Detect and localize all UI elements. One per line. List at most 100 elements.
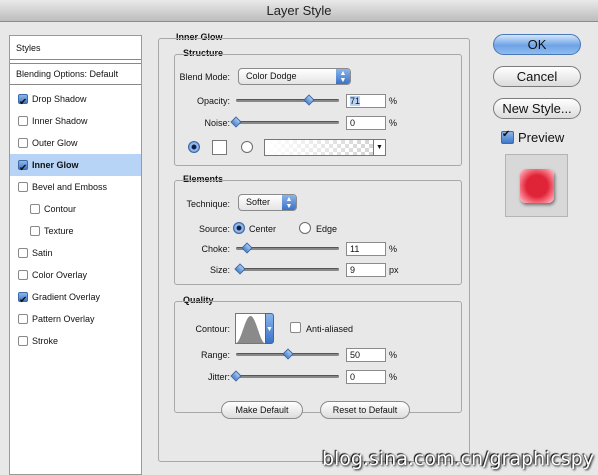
source-edge-radio[interactable] <box>299 222 311 234</box>
size-unit: px <box>389 265 399 275</box>
watermark-text: blog.sina.com.cn/graphicspy <box>321 448 594 470</box>
jitter-value: 0 <box>350 372 356 382</box>
technique-value: Softer <box>246 197 271 207</box>
reset-to-default-button[interactable]: Reset to Default <box>320 401 410 419</box>
opacity-input[interactable]: 71 <box>346 94 386 108</box>
style-checkbox[interactable] <box>18 290 28 312</box>
style-item-outer-glow[interactable]: Outer Glow <box>10 132 141 154</box>
style-checkbox[interactable] <box>18 116 28 126</box>
style-item-label: Texture <box>44 226 74 236</box>
layer-style-dialog: Layer Style Styles Blending Options: Def… <box>0 0 598 475</box>
style-item-inner-glow[interactable]: Inner Glow <box>10 154 141 180</box>
styles-header[interactable]: Styles <box>10 36 141 60</box>
style-checkbox[interactable] <box>18 336 28 346</box>
technique-label: Technique: <box>186 199 230 209</box>
preview-swatch <box>520 169 554 203</box>
jitter-unit: % <box>389 372 398 382</box>
gradient-radio[interactable] <box>241 141 253 153</box>
size-value: 9 <box>350 265 356 275</box>
style-checkbox[interactable] <box>30 204 40 214</box>
dialog-content: Styles Blending Options: Default Drop Sh… <box>0 23 598 475</box>
jitter-input[interactable]: 0 <box>346 370 386 384</box>
style-item-label: Gradient Overlay <box>32 292 101 302</box>
style-item-bevel-and-emboss[interactable]: Bevel and Emboss <box>10 176 141 198</box>
style-item-stroke[interactable]: Stroke <box>10 330 141 352</box>
choke-input[interactable]: 11 <box>346 242 386 256</box>
cancel-button[interactable]: Cancel <box>493 66 581 87</box>
choke-unit: % <box>389 244 398 254</box>
noise-label: Noise: <box>204 118 230 128</box>
noise-unit: % <box>389 118 398 128</box>
size-slider-track[interactable] <box>236 268 339 271</box>
solid-color-radio[interactable] <box>188 141 200 153</box>
updown-arrows-icon: ▲ ▼ <box>282 195 296 210</box>
window-title: Layer Style <box>266 3 332 18</box>
contour-picker[interactable] <box>235 313 266 344</box>
style-item-label: Pattern Overlay <box>32 314 95 324</box>
opacity-label: Opacity: <box>196 96 230 106</box>
range-input[interactable]: 50 <box>346 348 386 362</box>
style-checkbox[interactable] <box>18 138 28 148</box>
style-item-gradient-overlay[interactable]: Gradient Overlay <box>10 286 141 312</box>
style-item-satin[interactable]: Satin <box>10 242 141 264</box>
jitter-label: Jitter: <box>207 372 230 382</box>
preview-checkbox[interactable] <box>501 129 514 144</box>
style-item-label: Inner Shadow <box>32 116 88 126</box>
style-item-label: Drop Shadow <box>32 94 87 104</box>
style-item-label: Bevel and Emboss <box>32 182 108 192</box>
style-item-drop-shadow[interactable]: Drop Shadow <box>10 88 141 114</box>
style-item-label: Color Overlay <box>32 270 88 280</box>
style-checkbox[interactable] <box>18 158 28 180</box>
blend-mode-label: Blend Mode: <box>179 72 230 82</box>
anti-aliased-checkbox[interactable] <box>290 322 301 333</box>
contour-label: Contour: <box>195 324 230 334</box>
style-checkbox[interactable] <box>18 248 28 258</box>
range-value: 50 <box>350 350 361 360</box>
style-item-texture[interactable]: Texture <box>10 220 141 242</box>
glow-color-swatch[interactable] <box>212 140 227 155</box>
choke-label: Choke: <box>201 244 230 254</box>
blend-mode-select[interactable]: Color Dodge ▲ ▼ <box>238 68 351 85</box>
style-checkbox[interactable] <box>18 182 28 192</box>
style-item-label: Inner Glow <box>32 160 79 170</box>
glow-gradient-picker[interactable]: ▼ <box>264 139 386 156</box>
contour-curve-icon <box>236 316 265 343</box>
style-checkbox[interactable] <box>30 226 40 236</box>
style-item-inner-shadow[interactable]: Inner Shadow <box>10 110 141 132</box>
source-edge-label: Edge <box>316 224 338 234</box>
style-item-label: Satin <box>32 248 53 258</box>
source-center-radio[interactable] <box>233 222 245 234</box>
size-label: Size: <box>209 265 230 275</box>
opacity-value: 71 <box>350 96 361 106</box>
style-checkbox[interactable] <box>18 270 28 280</box>
technique-select[interactable]: Softer ▲ ▼ <box>238 194 297 211</box>
source-label: Source: <box>198 224 230 234</box>
choke-value: 11 <box>350 244 360 254</box>
blend-mode-value: Color Dodge <box>246 71 297 81</box>
contour-dropdown-arrow-icon[interactable]: ▼ <box>265 313 274 344</box>
new-style-button[interactable]: New Style... <box>493 98 581 119</box>
source-center-label: Center <box>249 224 277 234</box>
style-item-label: Contour <box>44 204 77 214</box>
jitter-slider-track[interactable] <box>236 375 339 378</box>
preview-thumbnail <box>505 154 568 217</box>
style-item-color-overlay[interactable]: Color Overlay <box>10 264 141 286</box>
opacity-unit: % <box>389 96 398 106</box>
style-item-pattern-overlay[interactable]: Pattern Overlay <box>10 308 141 330</box>
anti-aliased-label: Anti-aliased <box>306 324 354 334</box>
range-label: Range: <box>200 350 230 360</box>
opacity-slider-track[interactable] <box>236 99 339 102</box>
blending-options-item[interactable]: Blending Options: Default <box>10 63 141 85</box>
noise-input[interactable]: 0 <box>346 116 386 130</box>
noise-slider-track[interactable] <box>236 121 339 124</box>
size-input[interactable]: 9 <box>346 263 386 277</box>
style-checkbox[interactable] <box>18 314 28 324</box>
style-item-contour[interactable]: Contour <box>10 198 141 220</box>
style-checkbox[interactable] <box>18 92 28 114</box>
make-default-button[interactable]: Make Default <box>221 401 303 419</box>
updown-arrows-icon: ▲ ▼ <box>336 69 350 84</box>
style-item-label: Stroke <box>32 336 59 346</box>
ok-button[interactable]: OK <box>493 34 581 55</box>
dropdown-arrow-icon: ▼ <box>373 140 385 155</box>
range-unit: % <box>389 350 398 360</box>
